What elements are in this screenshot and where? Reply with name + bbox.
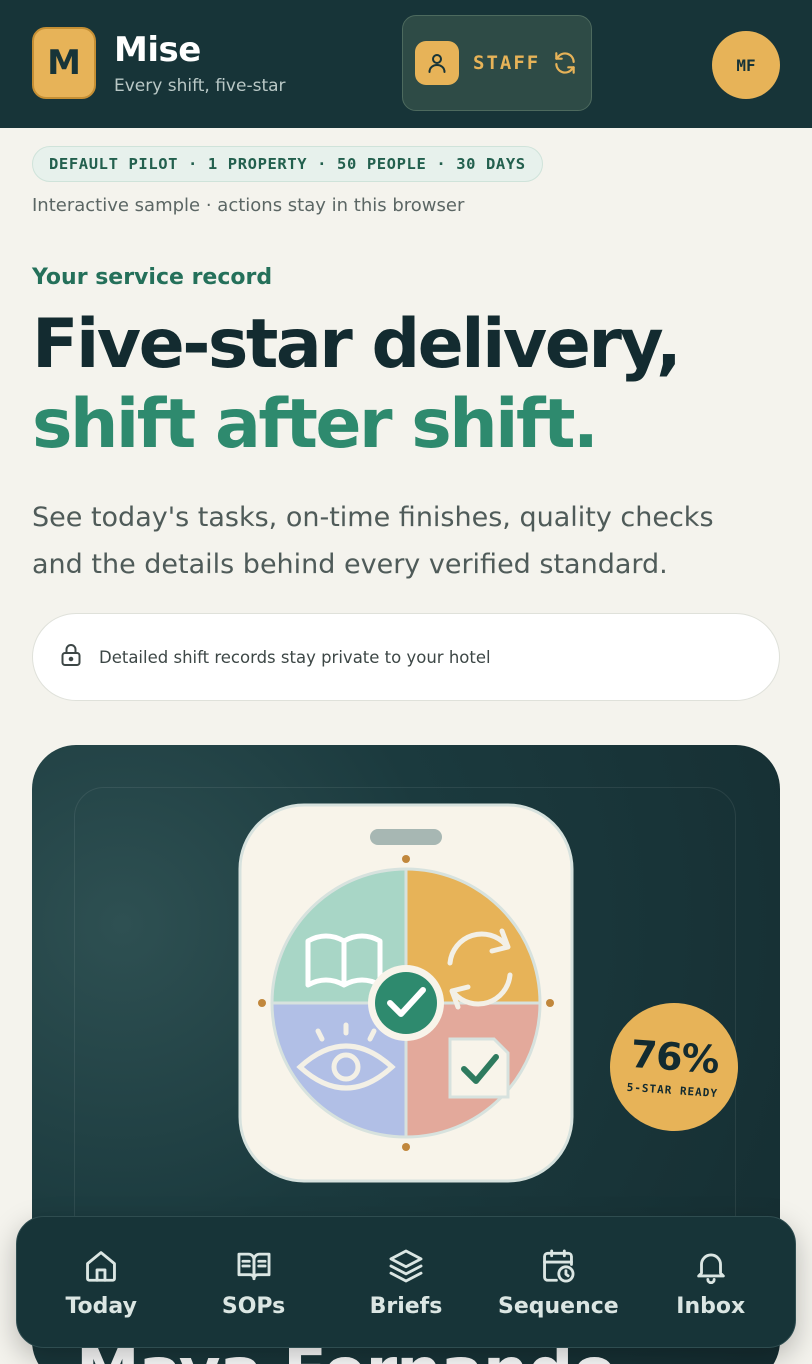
pilot-chip: DEFAULT PILOT · 1 PROPERTY · 50 PEOPLE ·… xyxy=(32,146,543,182)
bell-icon xyxy=(691,1246,731,1286)
nav-item-sequence[interactable]: Sequence xyxy=(483,1246,633,1319)
swap-icon xyxy=(552,50,578,76)
bottom-nav: Today SOPs Briefs Sequence Inbox xyxy=(16,1216,796,1348)
app-logo[interactable]: M xyxy=(32,27,96,99)
role-switch-button[interactable]: STAFF xyxy=(402,15,592,111)
brand-name: Mise xyxy=(114,30,201,70)
hero-subtitle: shift after shift. xyxy=(32,385,599,464)
nav-item-inbox[interactable]: Inbox xyxy=(636,1246,786,1319)
nav-label-today: Today xyxy=(65,1293,137,1319)
nav-item-briefs[interactable]: Briefs xyxy=(331,1246,481,1319)
avatar[interactable]: MF xyxy=(712,31,780,99)
nav-label-inbox: Inbox xyxy=(676,1293,746,1319)
person-icon xyxy=(415,41,459,85)
layers-icon xyxy=(386,1246,426,1286)
nav-item-sops[interactable]: SOPs xyxy=(179,1246,329,1319)
hero-description: See today's tasks, on-time finishes, qua… xyxy=(32,502,714,580)
service-wheel-illustration xyxy=(238,803,574,1183)
app-header: M Mise Every shift, five-star STAFF MF xyxy=(0,0,812,128)
brand-tagline: Every shift, five-star xyxy=(114,76,286,96)
nav-item-today[interactable]: Today xyxy=(26,1246,176,1319)
lock-icon xyxy=(59,642,83,672)
home-icon xyxy=(81,1246,121,1286)
sample-note: Interactive sample · actions stay in thi… xyxy=(32,195,465,216)
calendar-clock-icon xyxy=(538,1246,578,1286)
section-eyebrow: Your service record xyxy=(32,265,273,290)
nav-label-sequence: Sequence xyxy=(497,1293,619,1319)
privacy-text: Detailed shift records stay private to y… xyxy=(99,647,491,667)
book-icon xyxy=(234,1246,274,1286)
check-icon xyxy=(368,965,444,1041)
readiness-label: 5-STAR READY xyxy=(626,1080,719,1100)
nav-label-sops: SOPs xyxy=(221,1293,286,1319)
role-label: STAFF xyxy=(473,52,541,74)
nav-label-briefs: Briefs xyxy=(369,1293,443,1319)
readiness-value: 76% xyxy=(629,1031,721,1082)
checklist-icon xyxy=(448,1037,510,1099)
privacy-notice: Detailed shift records stay private to y… xyxy=(32,613,780,701)
hero-title: Five-star delivery, xyxy=(32,305,682,384)
